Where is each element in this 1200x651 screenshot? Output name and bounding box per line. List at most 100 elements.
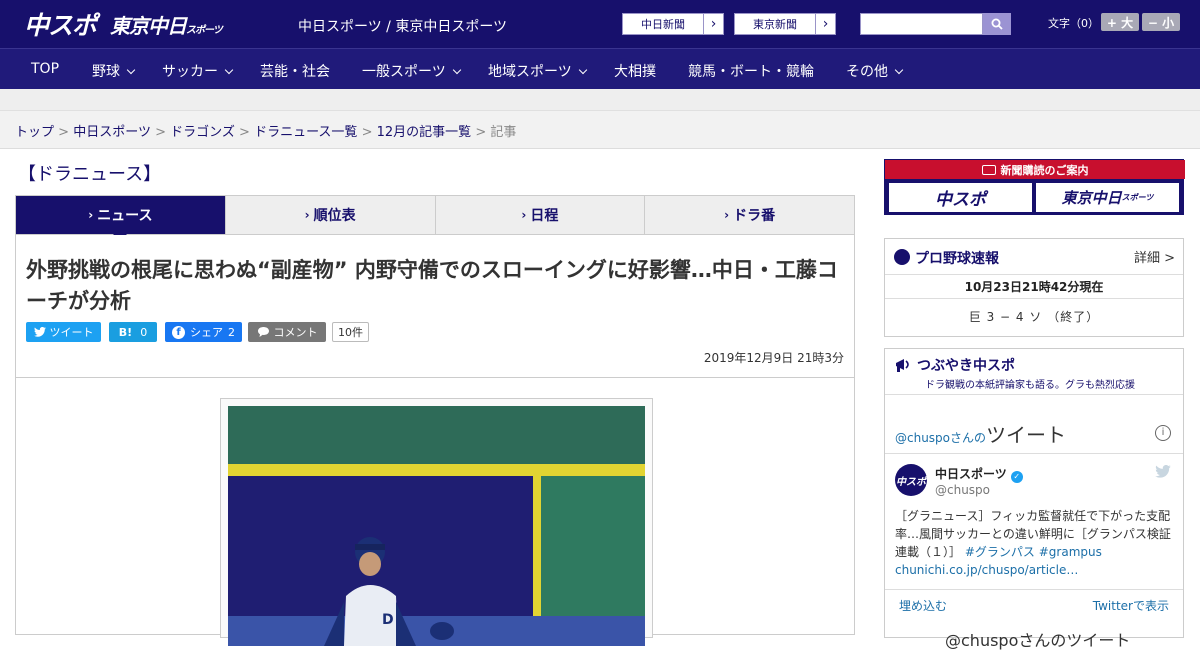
subscribe-chuspo-button[interactable]: 中スポ xyxy=(889,183,1032,212)
account-handle[interactable]: @chuspo xyxy=(935,483,990,497)
info-icon[interactable]: i xyxy=(1155,425,1171,441)
chevron-right-icon: › xyxy=(521,208,527,222)
tab-label: 順位表 xyxy=(313,208,356,224)
chevron-right-icon: › xyxy=(724,208,730,222)
chunichi-shimbun-label: 中日新聞 xyxy=(641,18,685,31)
article: 外野挑戦の根尾に思わぬ“副産物” 内野守備でのスローイングに好影響…中日・工藤コ… xyxy=(15,235,855,646)
chevron-right-icon: › xyxy=(88,208,94,222)
chevron-right-icon: › xyxy=(815,14,835,34)
nav-item-label: その他 xyxy=(846,64,888,80)
pro-baseball-title: プロ野球速報 xyxy=(915,251,999,267)
breadcrumb-dora-news-list[interactable]: ドラニュース一覧 xyxy=(254,125,357,140)
pro-baseball-header: プロ野球速報 詳細 > xyxy=(885,239,1183,275)
search-button[interactable] xyxy=(983,13,1011,35)
hashtag-link[interactable]: #グランパス xyxy=(965,545,1035,559)
subscribe-tokyo-label: 東京中日 xyxy=(1061,189,1122,207)
breadcrumb-december-list[interactable]: 12月の記事一覧 xyxy=(377,125,472,140)
hatena-bookmark-icon: B! xyxy=(118,325,133,339)
facebook-share-label: シェア xyxy=(190,326,223,339)
top-header: 中スポ 東京中日スポーツ 中日スポーツ / 東京中日スポーツ 中日新聞 › 東京… xyxy=(0,0,1200,48)
ad-band xyxy=(0,89,1200,111)
chevron-right-icon: › xyxy=(703,14,723,34)
chunichi-shimbun-link[interactable]: 中日新聞 › xyxy=(622,13,724,35)
tab-dora-ban[interactable]: › ドラ番 xyxy=(645,196,854,234)
nav-item-label: 一般スポーツ xyxy=(362,64,446,80)
baseball-score[interactable]: 巨 3 − 4 ソ （終了） xyxy=(885,299,1183,335)
breadcrumb-bar: トップ > 中日スポーツ > ドラゴンズ > ドラニュース一覧 > 12月の記事… xyxy=(0,111,1200,149)
nav-item-general-sports[interactable]: 一般スポーツ xyxy=(362,61,461,81)
breadcrumb: トップ > 中日スポーツ > ドラゴンズ > ドラニュース一覧 > 12月の記事… xyxy=(15,121,516,140)
twitter-box-subtitle: ドラ観戦の本紙評論家も語る。グラも熱烈応援 xyxy=(925,380,1135,391)
font-size-label: 文字（0） xyxy=(1048,17,1099,30)
nav-item-entertainment[interactable]: 芸能・社会 xyxy=(260,61,330,81)
facebook-share-button[interactable]: f シェア 2 xyxy=(165,322,242,342)
embed-link[interactable]: 埋め込む xyxy=(899,597,947,614)
subscription-banner[interactable]: 新聞購読のご案内 中スポ 東京中日 スポーツ xyxy=(884,159,1185,215)
subscribe-tokyo-chunichi-button[interactable]: 東京中日 スポーツ xyxy=(1036,183,1179,212)
facebook-share-count: 2 xyxy=(228,325,235,339)
tweet-button[interactable]: ツイート xyxy=(26,322,101,342)
hatena-bookmark-button[interactable]: B! 0 xyxy=(109,322,157,342)
nav-item-local-sports[interactable]: 地域スポーツ xyxy=(488,61,587,81)
tokyo-shimbun-label: 東京新聞 xyxy=(753,18,797,31)
tokyo-chunichi-logo[interactable]: 東京中日スポーツ xyxy=(110,10,223,39)
twitter-timeline-heading[interactable]: @chuspoさんのツイート xyxy=(895,419,1066,448)
pro-baseball-box: プロ野球速報 詳細 > 10月23日21時42分現在 巨 3 − 4 ソ （終了… xyxy=(884,238,1184,337)
breadcrumb-separator: > xyxy=(361,125,373,140)
baseball-icon xyxy=(894,249,910,265)
avatar[interactable]: 中スポ xyxy=(895,464,927,496)
chevron-down-icon xyxy=(578,65,587,75)
hashtag-link[interactable]: #grampus xyxy=(1039,545,1102,559)
tab-schedule[interactable]: › 日程 xyxy=(436,196,646,234)
tab-news[interactable]: › ニュース xyxy=(16,196,226,241)
divider xyxy=(16,377,854,378)
nav-item-soccer[interactable]: サッカー xyxy=(162,61,234,81)
twitter-box: つぶやき中スポ ドラ観戦の本紙評論家も語る。グラも熱烈応援 @chuspoさんの… xyxy=(884,348,1184,650)
divider xyxy=(885,589,1183,590)
tweet-url-link[interactable]: chunichi.co.jp/chuspo/article… xyxy=(895,563,1078,577)
baseball-detail-link[interactable]: 詳細 > xyxy=(1134,247,1175,266)
font-smaller-button[interactable]: − 小 xyxy=(1142,13,1180,31)
tweet-text: ［グラニュース］フィッカ監督就任で下がった支配率…風間サッカーとの違い鮮明に［グ… xyxy=(895,507,1177,579)
twitter-bird-icon[interactable] xyxy=(1155,465,1171,478)
view-on-twitter-link[interactable]: Twitterで表示 xyxy=(1093,597,1169,614)
twitter-timeline-footer[interactable]: @chuspoさんのツイート xyxy=(945,627,1130,651)
search-input[interactable] xyxy=(860,13,983,35)
account-name[interactable]: 中日スポーツ ✓ xyxy=(935,465,1023,483)
breadcrumb-dragons[interactable]: ドラゴンズ xyxy=(170,125,235,140)
hatena-count: 0 xyxy=(140,325,148,339)
chuspo-logo[interactable]: 中スポ xyxy=(24,6,97,42)
nav-item-top[interactable]: TOP xyxy=(31,61,59,77)
article-photo[interactable]: D xyxy=(228,406,645,646)
breadcrumb-separator: > xyxy=(155,125,166,140)
newspaper-icon xyxy=(981,164,996,175)
nav-item-other[interactable]: その他 xyxy=(846,61,904,81)
chevron-down-icon xyxy=(126,65,136,75)
tweet-label: ツイート xyxy=(49,326,94,339)
nav-item-label: 地域スポーツ xyxy=(488,64,572,80)
nav-item-label: サッカー xyxy=(162,64,218,80)
nav-item-sumo[interactable]: 大相撲 xyxy=(614,61,656,81)
nav-item-label: TOP xyxy=(31,61,60,77)
section-tabs: › ニュース › 順位表 › 日程 › ドラ番 xyxy=(15,195,855,241)
megaphone-icon xyxy=(896,359,909,372)
subscription-header: 新聞購読のご案内 xyxy=(885,160,1185,179)
tokyo-logo-small: スポーツ xyxy=(186,25,223,36)
twitter-owner: @chuspoさんの xyxy=(895,431,987,445)
comment-button[interactable]: コメント xyxy=(248,322,326,342)
font-bigger-button[interactable]: + 大 xyxy=(1101,13,1139,31)
nav-item-racing[interactable]: 競馬・ボート・競輪 xyxy=(688,61,814,81)
search-icon xyxy=(991,18,1003,30)
comment-count[interactable]: 10件 xyxy=(332,322,369,342)
breadcrumb-separator: > xyxy=(58,125,70,140)
tokyo-shimbun-link[interactable]: 東京新聞 › xyxy=(734,13,836,35)
breadcrumb-top[interactable]: トップ xyxy=(15,125,54,140)
article-photo-frame: D xyxy=(220,398,653,646)
tab-standings[interactable]: › 順位表 xyxy=(226,196,436,234)
nav-item-baseball[interactable]: 野球 xyxy=(92,61,136,81)
site-name: 中日スポーツ / 東京中日スポーツ xyxy=(298,19,508,35)
nav-item-label: 大相撲 xyxy=(614,64,656,80)
tab-label: ニュース xyxy=(97,208,153,224)
breadcrumb-chunichi-sports[interactable]: 中日スポーツ xyxy=(73,125,151,140)
svg-text:D: D xyxy=(382,612,394,628)
